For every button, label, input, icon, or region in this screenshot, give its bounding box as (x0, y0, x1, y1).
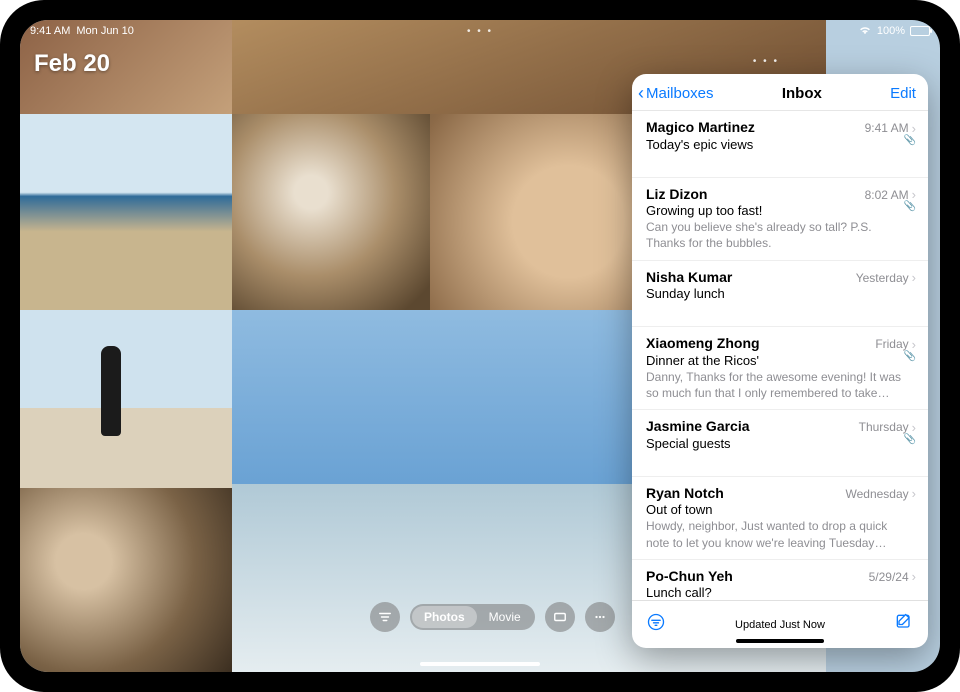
mail-subject: Today's epic views (646, 137, 902, 152)
chevron-right-icon: › (912, 121, 916, 136)
mail-status-text: Updated Just Now (735, 619, 825, 631)
mail-subject: Lunch call? (646, 585, 902, 600)
mail-sender: Po-Chun Yeh (646, 568, 733, 584)
chevron-right-icon: › (912, 569, 916, 584)
mail-time: 8:02 AM › (865, 187, 916, 202)
screen: 9:41 AM Mon Jun 10 100% • • • Feb 20 (20, 20, 940, 672)
edit-button[interactable]: Edit (890, 85, 916, 102)
photo-thumbnail[interactable] (20, 488, 232, 672)
mail-subject: Sunday lunch (646, 286, 902, 301)
mail-sender: Ryan Notch (646, 485, 724, 501)
ipad-frame: 9:41 AM Mon Jun 10 100% • • • Feb 20 (0, 0, 960, 692)
mail-item[interactable]: Po-Chun Yeh 5/29/24 › Lunch call? (632, 560, 928, 600)
filter-button[interactable] (370, 602, 400, 632)
mail-subject: Growing up too fast! (646, 203, 902, 218)
mail-preview: Danny, Thanks for the awesome evening! I… (646, 369, 902, 401)
mail-sender: Liz Dizon (646, 186, 707, 202)
photos-date-header: Feb 20 (34, 50, 110, 78)
photo-thumbnail[interactable] (20, 114, 232, 310)
mail-subject: Dinner at the Ricos' (646, 353, 902, 368)
back-label: Mailboxes (646, 85, 714, 102)
wifi-icon (858, 25, 872, 38)
seg-movie[interactable]: Movie (477, 606, 533, 628)
mail-time: 5/29/24 › (869, 569, 916, 584)
photo-thumbnail[interactable] (232, 114, 430, 310)
mail-header: ‹ Mailboxes Inbox Edit (632, 74, 928, 111)
mail-slideover-panel: ‹ Mailboxes Inbox Edit Magico Martinez 9… (632, 74, 928, 648)
status-date: Mon Jun 10 (76, 25, 133, 37)
mail-preview: Can you believe she's already so tall? P… (646, 219, 902, 251)
chevron-right-icon: › (912, 337, 916, 352)
mail-time: 9:41 AM › (865, 121, 916, 136)
mail-preview (646, 452, 902, 468)
mail-item[interactable]: Nisha Kumar Yesterday › Sunday lunch (632, 261, 928, 328)
mail-item[interactable]: Xiaomeng Zhong Friday › Dinner at the Ri… (632, 327, 928, 410)
mail-item[interactable]: Liz Dizon 8:02 AM › Growing up too fast!… (632, 178, 928, 261)
home-indicator[interactable] (420, 662, 540, 666)
chevron-left-icon: ‹ (638, 84, 644, 102)
view-segmented-control: Photos Movie (410, 604, 535, 630)
aspect-button[interactable] (545, 602, 575, 632)
mail-sender: Jasmine Garcia (646, 418, 750, 434)
chevron-right-icon: › (912, 486, 916, 501)
mail-toolbar: Updated Just Now (632, 600, 928, 648)
mail-preview (646, 153, 902, 169)
mail-time: Wednesday › (846, 486, 917, 501)
battery-icon (910, 26, 930, 36)
mail-list[interactable]: Magico Martinez 9:41 AM › Today's epic v… (632, 111, 928, 600)
mail-preview: Howdy, neighbor, Just wanted to drop a q… (646, 518, 902, 550)
mail-time: Friday › (875, 337, 916, 352)
status-bar: 9:41 AM Mon Jun 10 100% (20, 20, 940, 40)
seg-photos[interactable]: Photos (412, 606, 477, 628)
photo-thumbnail[interactable] (20, 310, 232, 488)
chevron-right-icon: › (912, 270, 916, 285)
mail-sender: Nisha Kumar (646, 269, 732, 285)
mail-item[interactable]: Magico Martinez 9:41 AM › Today's epic v… (632, 111, 928, 178)
mail-subject: Out of town (646, 502, 902, 517)
slideover-home-indicator[interactable] (736, 639, 824, 643)
slideover-grab-icon[interactable]: • • • (753, 56, 779, 67)
status-time: 9:41 AM (30, 25, 70, 37)
mail-sender: Magico Martinez (646, 119, 755, 135)
attachment-icon: 📎 (902, 202, 916, 212)
chevron-right-icon: › (912, 187, 916, 202)
mail-time: Yesterday › (856, 270, 916, 285)
mailboxes-back-button[interactable]: ‹ Mailboxes (638, 84, 714, 102)
battery-percent: 100% (877, 25, 905, 37)
chevron-right-icon: › (912, 420, 916, 435)
mail-title: Inbox (782, 85, 822, 102)
compose-button[interactable] (894, 612, 914, 637)
mail-subject: Special guests (646, 436, 902, 451)
attachment-icon: 📎 (902, 136, 916, 146)
attachment-icon: 📎 (902, 435, 916, 445)
filter-mail-button[interactable] (646, 612, 666, 637)
attachment-icon: 📎 (902, 352, 916, 362)
more-button[interactable] (585, 602, 615, 632)
photos-bottom-toolbar: Photos Movie (370, 602, 615, 632)
mail-preview (646, 302, 902, 318)
mail-item[interactable]: Ryan Notch Wednesday › Out of town Howdy… (632, 477, 928, 560)
mail-time: Thursday › (859, 420, 916, 435)
mail-sender: Xiaomeng Zhong (646, 335, 760, 351)
mail-item[interactable]: Jasmine Garcia Thursday › Special guests… (632, 410, 928, 477)
